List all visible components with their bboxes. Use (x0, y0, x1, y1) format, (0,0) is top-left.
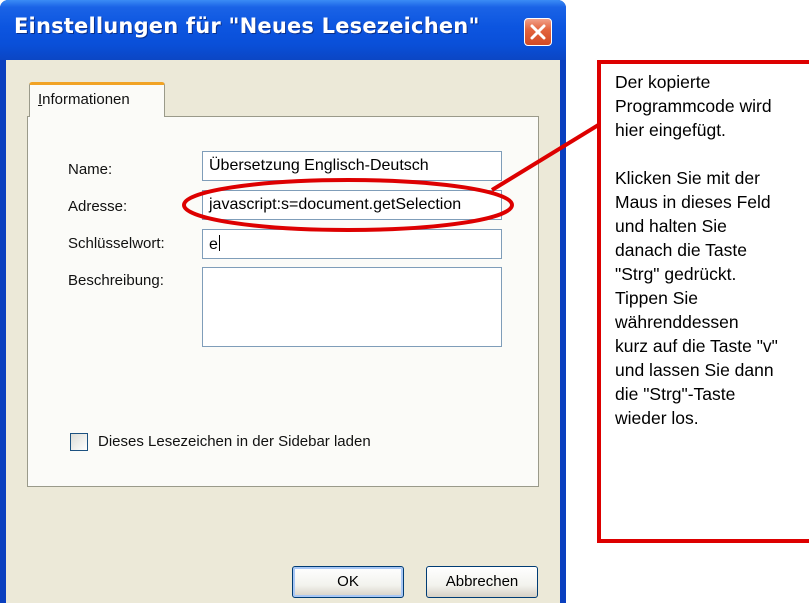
tab-label-rest: nformationen (42, 91, 130, 108)
connector-line (490, 122, 602, 192)
tab-label: Informationen (38, 91, 130, 108)
tab-informationen[interactable]: Informationen (29, 82, 165, 117)
highlight-ellipse (182, 178, 514, 232)
